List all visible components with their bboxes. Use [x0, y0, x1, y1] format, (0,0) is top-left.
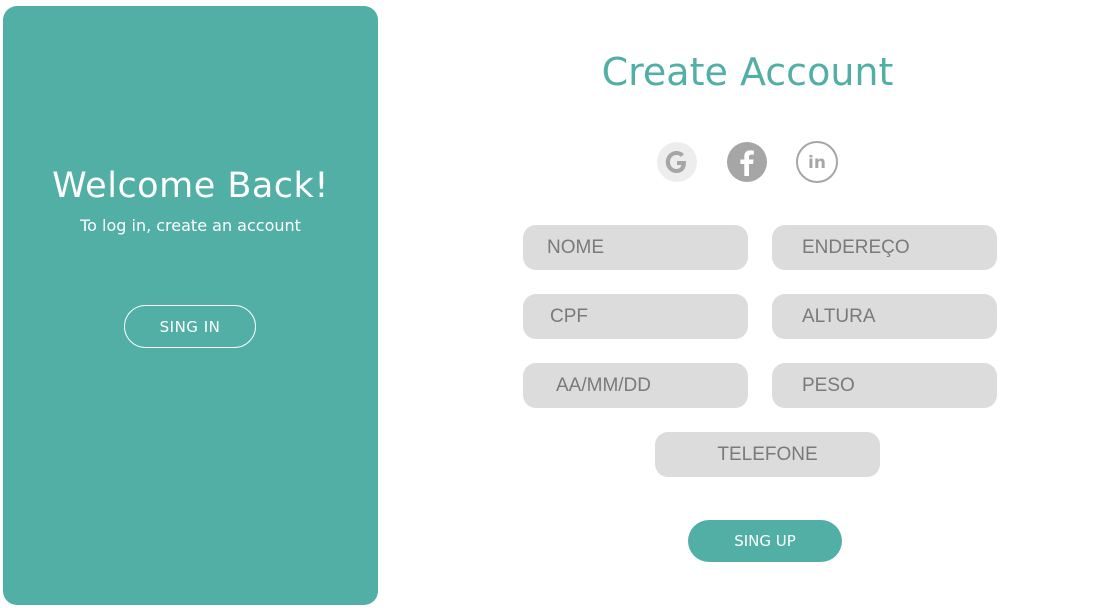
welcome-subtitle: To log in, create an account [80, 216, 301, 235]
linkedin-icon[interactable]: in [795, 140, 839, 184]
peso-field[interactable]: PESO [772, 363, 997, 408]
sign-in-button[interactable]: SING IN [124, 305, 256, 348]
endereco-field[interactable]: ENDEREÇO [772, 225, 997, 270]
svg-text:in: in [808, 153, 826, 173]
google-icon[interactable] [655, 140, 699, 184]
sign-up-button[interactable]: SING UP [688, 520, 842, 562]
birthdate-field[interactable]: AA/MM/DD [523, 363, 748, 408]
create-account-title: Create Account [601, 50, 894, 94]
welcome-title: Welcome Back! [52, 166, 329, 206]
altura-field[interactable]: ALTURA [772, 294, 997, 339]
welcome-panel: Welcome Back! To log in, create an accou… [3, 6, 378, 605]
telefone-field[interactable]: TELEFONE [655, 432, 880, 477]
cpf-field[interactable]: CPF [523, 294, 748, 339]
nome-field[interactable]: NOME [523, 225, 748, 270]
facebook-icon[interactable] [725, 140, 769, 184]
